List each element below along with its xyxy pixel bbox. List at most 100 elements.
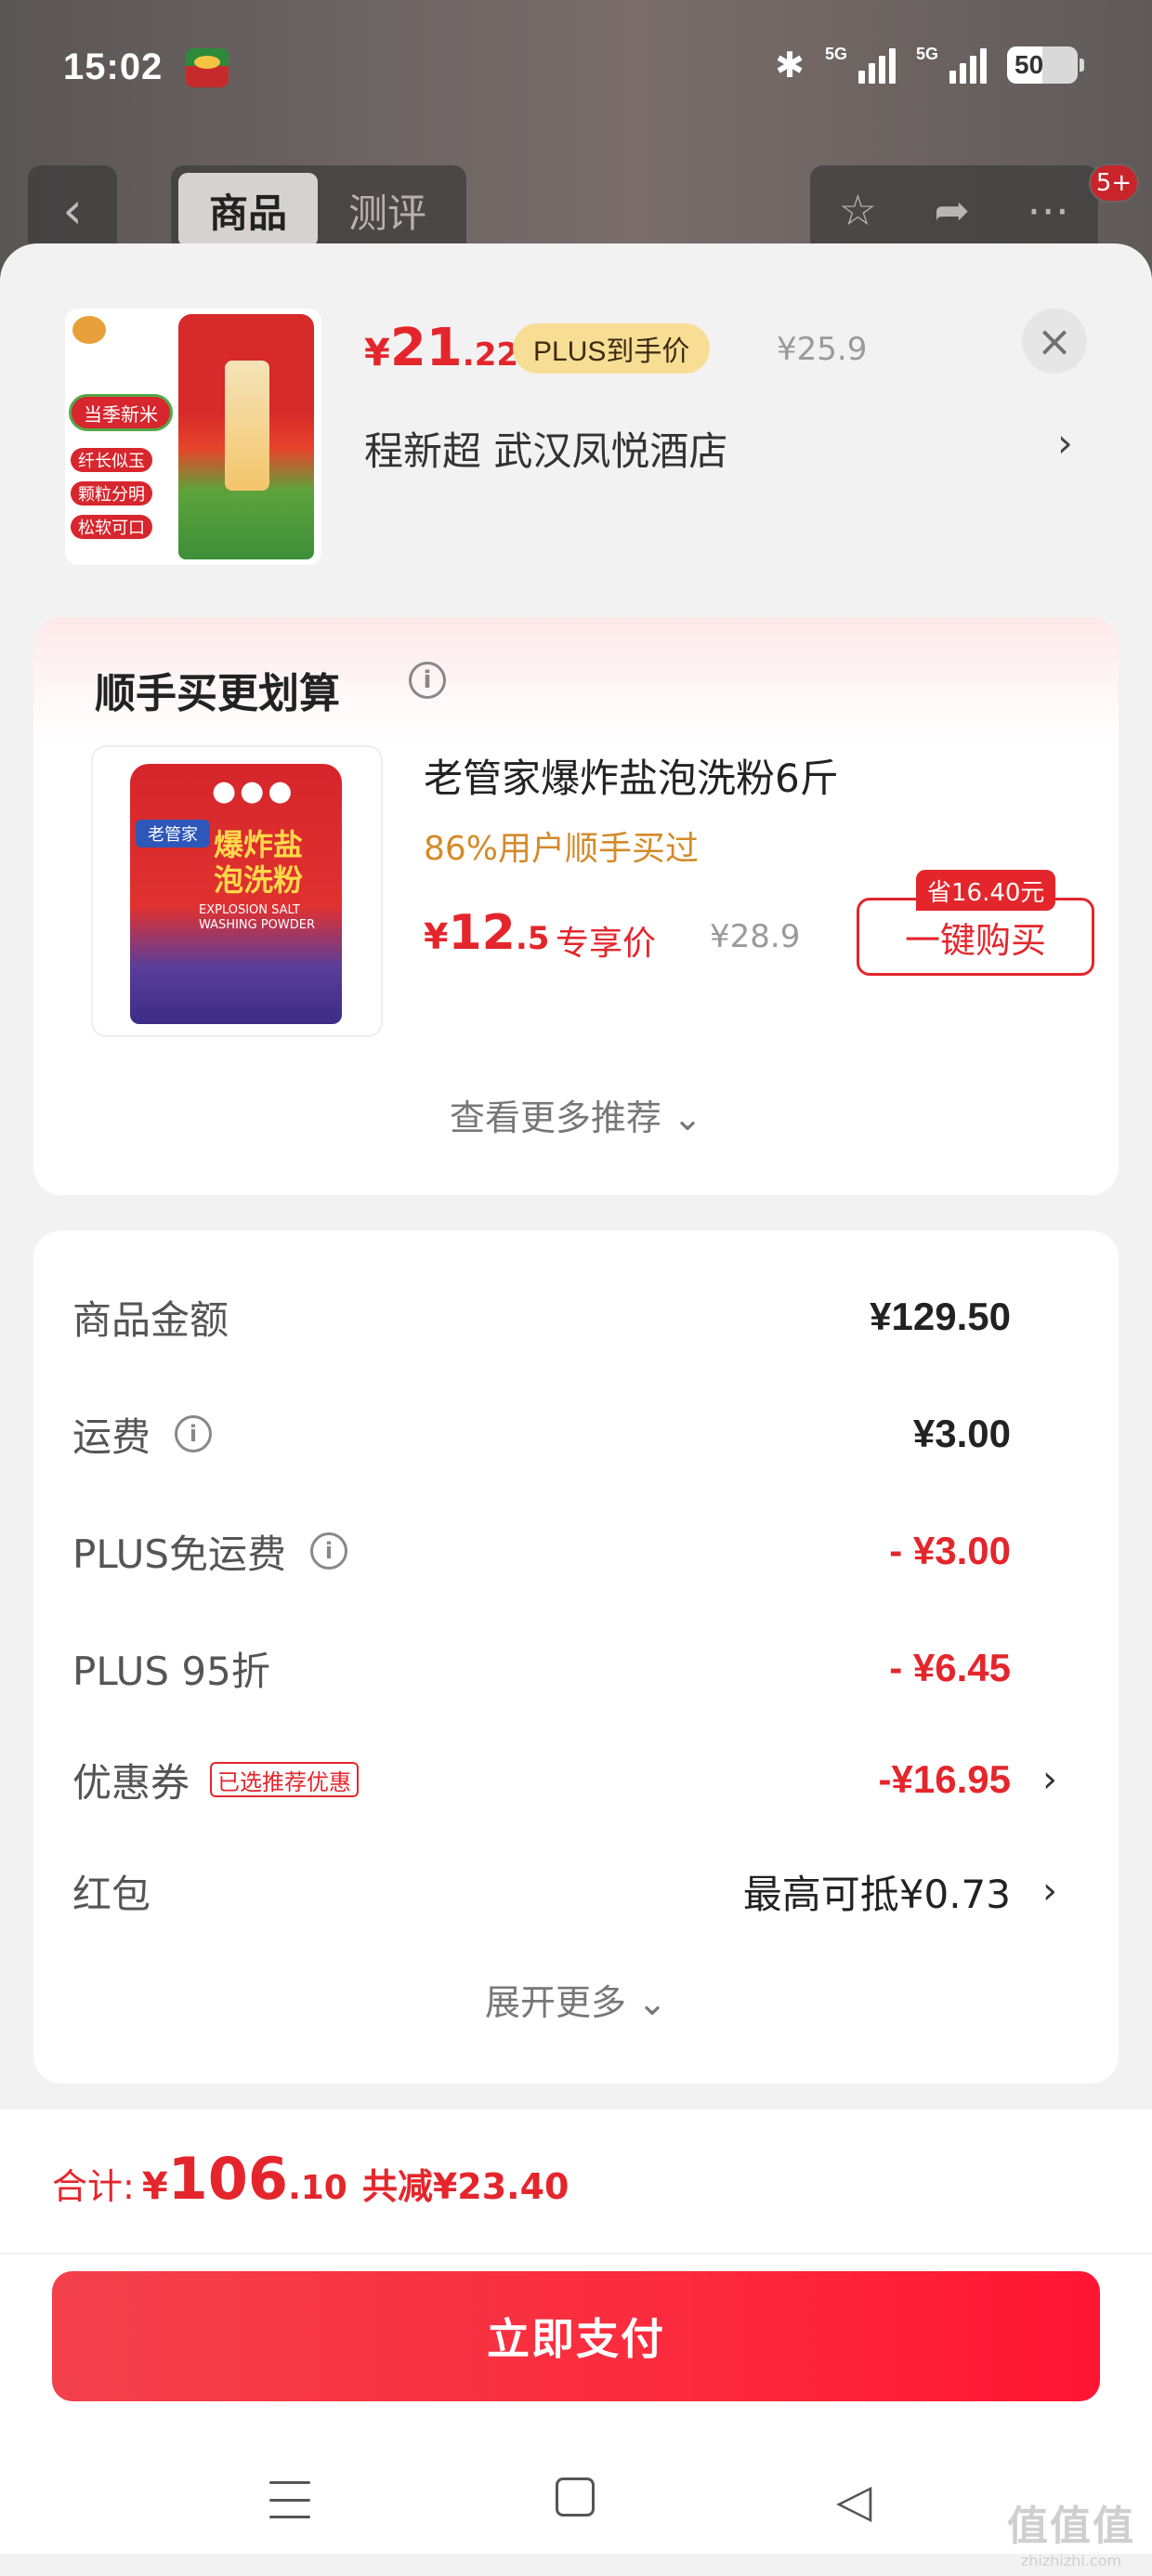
see-more-recommendations[interactable]: 查看更多推荐 ⌄ [33, 1089, 1119, 1140]
nav-actions: ☆ ➦ ⋯ [810, 165, 1098, 255]
summary-value: 最高可抵¥0.73 [742, 1871, 1011, 1917]
recommended-original-price: ¥28.9 [710, 918, 801, 955]
recommendation-card: 顺手买更划算 i ●●● 老管家 爆炸盐 泡洗粉 EXPLOSION SALT … [33, 617, 1119, 1195]
star-icon[interactable]: ☆ [839, 185, 877, 235]
total-savings: 共减¥23.40 [361, 2166, 569, 2207]
site-watermark: 值值值 zhizhizhi.com [1007, 2492, 1135, 2569]
save-amount-tag: 省16.40元 [916, 870, 1056, 911]
summary-label-wrap: 运费 i [72, 1401, 213, 1466]
chevron-right-icon[interactable]: › [1057, 420, 1073, 466]
watermark-logo: 值值值 [1007, 2503, 1135, 2550]
pay-now-button[interactable]: 立即支付 [52, 2271, 1100, 2401]
checkout-bar: 合计: ¥ 106 .10 共减¥23.40 立即支付 ◁ 值值值 zhizhi… [0, 2109, 1152, 2569]
status-time: 15:02 [63, 46, 164, 87]
recommended-product-subtitle: 86%用户顺手买过 [424, 830, 700, 868]
bag-english: EXPLOSION SALT WASHING POWDER [199, 903, 316, 932]
rice-tag: 颗粒分明 [71, 481, 152, 506]
summary-label: 优惠券 [72, 1759, 190, 1806]
signal-tag: 5G [916, 45, 939, 63]
exclusive-price: ¥ 12 .5 [424, 905, 549, 961]
checkout-sheet: 当季新米 纤长似玉 颗粒分明 松软可口 ¥ 21 .22 PLUS到手价 ¥25… [0, 243, 1152, 2576]
order-summary-card: 商品金额 ¥129.50 运费 i ¥3.00 PLUS免运费 i - ¥3.0… [33, 1230, 1119, 2083]
close-icon: × [1036, 316, 1073, 366]
chevron-right-icon: › [1042, 1870, 1057, 1912]
recommended-product-image[interactable]: ●●● 老管家 爆炸盐 泡洗粉 EXPLOSION SALT WASHING P… [91, 745, 383, 1037]
battery-icon: 50 [1007, 46, 1084, 84]
info-icon[interactable]: i [175, 1415, 213, 1452]
summary-row-coupon[interactable]: 优惠券 已选推荐优惠 -¥16.95 › [72, 1747, 1067, 1812]
recommended-product-name[interactable]: 老管家爆炸盐泡洗粉6斤 [424, 747, 839, 804]
expand-more-button[interactable]: 展开更多 ⌄ [33, 1974, 1119, 2025]
menu-icon[interactable] [269, 2481, 310, 2518]
tab-review[interactable]: 测评 [318, 173, 457, 247]
signal-tag: 5G [825, 45, 848, 63]
total-symbol: ¥ [141, 2165, 168, 2208]
signal-5g-icon: 5G [825, 45, 896, 84]
summary-label: 运费 [72, 1413, 151, 1460]
total-decimal: .10 [288, 2169, 347, 2207]
summary-row-plus-discount: PLUS 95折 - ¥6.45 [72, 1636, 1067, 1701]
share-icon[interactable]: ➦ [934, 185, 970, 235]
back-triangle-icon[interactable]: ◁ [836, 2474, 871, 2528]
price-symbol: ¥ [364, 332, 390, 375]
battery-level: 50 [1015, 50, 1044, 79]
rice-tag: 纤长似玉 [71, 448, 152, 472]
info-icon[interactable]: i [310, 1532, 348, 1570]
price-integer: 21 [389, 318, 463, 378]
total-label: 合计: [52, 2166, 135, 2207]
summary-value: ¥129.50 [870, 1295, 1011, 1338]
summary-value: - ¥3.00 [889, 1529, 1011, 1572]
summary-value: ¥3.00 [912, 1412, 1011, 1455]
status-indicators: ✱ 5G 5G 50 [775, 45, 1084, 85]
watermark-url: zhizhizhi.com [1020, 2552, 1122, 2569]
product-header: 当季新米 纤长似玉 颗粒分明 松软可口 ¥ 21 .22 PLUS到手价 ¥25… [0, 243, 1152, 597]
total-integer: 106 [167, 2145, 289, 2213]
rice-bag-illustration [178, 314, 314, 559]
divider [0, 2253, 1152, 2254]
summary-label: 红包 [72, 1871, 151, 1917]
price-integer: 12 [448, 905, 516, 961]
tab-product[interactable]: 商品 [178, 173, 318, 247]
more-icon[interactable]: ⋯ [1027, 185, 1069, 235]
chevron-left-icon: ‹ [62, 180, 83, 240]
bag-brand: 老管家 [136, 820, 210, 848]
bluetooth-icon: ✱ [775, 45, 805, 85]
close-button[interactable]: × [1022, 309, 1087, 374]
plus-price-badge: PLUS到手价 [513, 323, 711, 374]
coupon-selected-tag: 已选推荐优惠 [210, 1762, 360, 1797]
status-bar: 15:02 ✱ 5G 5G 50 [0, 0, 1152, 139]
summary-row-goods-amount: 商品金额 ¥129.50 [72, 1284, 1067, 1349]
summary-value: - ¥6.45 [889, 1646, 1011, 1689]
summary-label-wrap: 优惠券 已选推荐优惠 [72, 1747, 360, 1812]
info-icon[interactable]: i [409, 662, 446, 699]
original-price: ¥25.9 [777, 331, 868, 368]
summary-label: 商品金额 [72, 1296, 229, 1343]
summary-row-red-packet[interactable]: 红包 最高可抵¥0.73 › [72, 1859, 1067, 1924]
summary-row-plus-free-shipping: PLUS免运费 i - ¥3.00 [72, 1518, 1067, 1584]
total-amount: 合计: ¥ 106 .10 共减¥23.40 [52, 2145, 569, 2213]
brand-logo-icon [72, 316, 106, 344]
plus-price: ¥ 21 .22 [364, 318, 518, 378]
summary-label: PLUS 95折 [72, 1648, 270, 1694]
summary-row-shipping: 运费 i ¥3.00 [72, 1401, 1067, 1466]
price-symbol: ¥ [424, 916, 449, 957]
signal-5g-icon: 5G [916, 45, 987, 84]
delivery-address[interactable]: 程新超 武汉凤悦酒店 [364, 420, 727, 477]
system-navigation-bar: ◁ [0, 2474, 1152, 2554]
nav-tabs: 商品 测评 [171, 165, 466, 255]
chevron-right-icon: › [1042, 1758, 1057, 1801]
home-icon[interactable] [556, 2477, 595, 2517]
summary-label-wrap: PLUS免运费 i [72, 1518, 348, 1584]
price-decimal: .22 [462, 336, 519, 374]
back-button[interactable]: ‹ [28, 165, 117, 255]
app-notification-icon [186, 48, 229, 87]
rice-tag-new: 当季新米 [69, 394, 173, 431]
summary-label: PLUS免运费 [72, 1531, 287, 1577]
price-decimal: .5 [515, 920, 550, 957]
bag-dots-icon: ●●● [212, 775, 296, 808]
summary-value: -¥16.95 [878, 1757, 1011, 1801]
recommendation-title: 顺手买更划算 [95, 670, 340, 717]
product-image[interactable]: 当季新米 纤长似玉 颗粒分明 松软可口 [65, 309, 321, 565]
exclusive-price-label: 专享价 [556, 925, 657, 963]
bag-name: 爆炸盐 泡洗粉 [214, 827, 304, 898]
